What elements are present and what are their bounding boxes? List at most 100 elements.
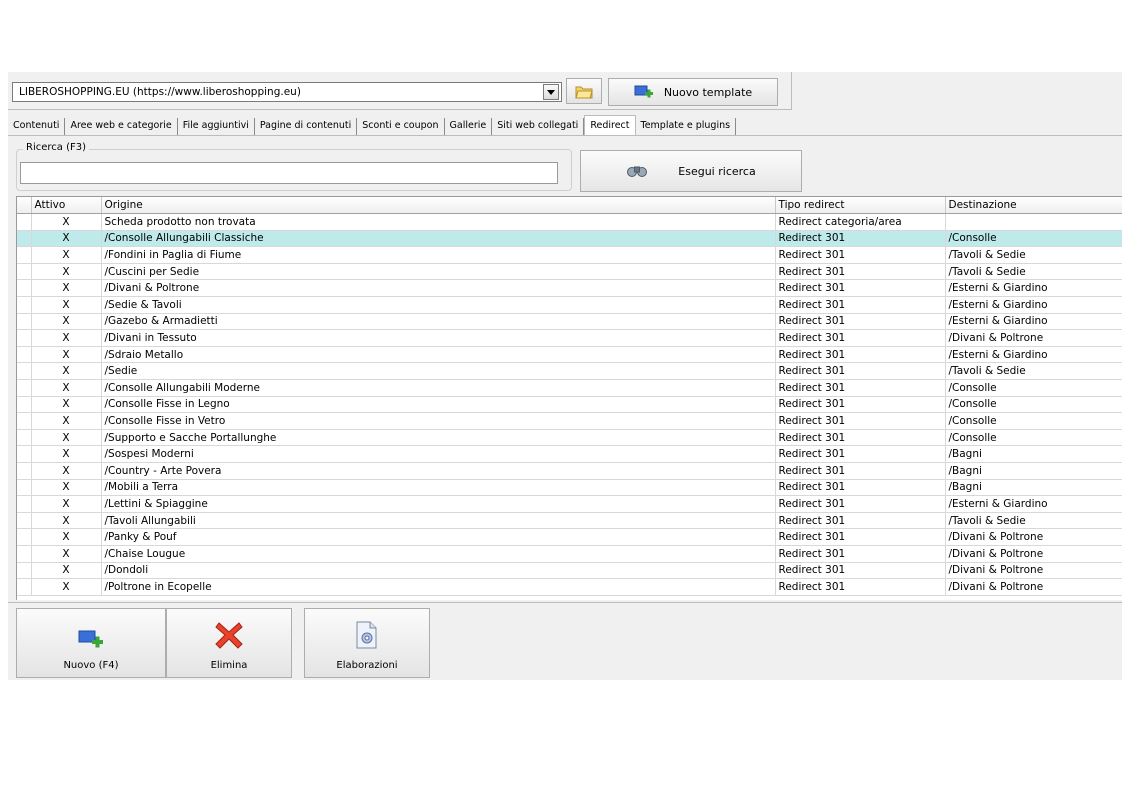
row-selector[interactable] <box>17 412 32 430</box>
dropdown-arrow-icon[interactable] <box>543 84 559 100</box>
cell-origine: /Sospesi Moderni <box>101 445 776 463</box>
cell-destinazione: /Esterni & Giardino <box>945 495 1122 513</box>
row-selector[interactable] <box>17 545 32 563</box>
table-row[interactable]: X/Divani & Poltrone Redirect 301/Esterni … <box>17 279 1122 298</box>
cell-attivo: X <box>31 528 102 546</box>
tab-siti-collegati[interactable]: Siti web collegati <box>492 118 585 135</box>
cell-attivo: X <box>31 296 102 314</box>
table-row[interactable]: X/Poltrone in Ecopelle Redirect 301/Divan… <box>17 578 1122 596</box>
row-selector[interactable] <box>17 362 32 381</box>
row-selector[interactable] <box>17 230 32 248</box>
cell-destinazione: /Esterni & Giardino <box>945 296 1122 314</box>
cell-destinazione: /Esterni & Giardino <box>945 279 1122 298</box>
cell-destinazione <box>945 213 1122 231</box>
tab-contenuti[interactable]: Contenuti <box>8 118 66 135</box>
tab-sconti-coupon[interactable]: Sconti e coupon <box>357 118 445 135</box>
row-selector[interactable] <box>17 462 32 480</box>
column-header-origine[interactable]: Origine <box>101 197 776 215</box>
cell-attivo: X <box>31 213 102 231</box>
table-row[interactable]: X/Consolle Fisse in Legno Redirect 301/Co… <box>17 396 1122 414</box>
row-selector[interactable] <box>17 246 32 264</box>
new-button[interactable]: Nuovo (F4) <box>16 608 166 678</box>
column-header-attivo[interactable]: Attivo <box>31 197 102 215</box>
delete-button[interactable]: Elimina <box>166 608 292 678</box>
row-selector[interactable] <box>17 296 32 314</box>
cell-attivo: X <box>31 279 102 298</box>
cell-tipo: Redirect 301 <box>775 578 946 596</box>
cell-origine: /Sedie & Tavoli <box>101 296 776 314</box>
cell-attivo: X <box>31 230 102 248</box>
row-selector[interactable] <box>17 429 32 447</box>
cell-attivo: X <box>31 545 102 563</box>
table-row[interactable]: X/Sdraio Metallo Redirect 301/Esterni & G… <box>17 346 1122 364</box>
cell-attivo: X <box>31 562 102 580</box>
row-selector[interactable] <box>17 396 32 414</box>
process-button[interactable]: Elaborazioni <box>304 608 430 678</box>
table-row[interactable]: X/Lettini & Spiaggine Redirect 301/Estern… <box>17 495 1122 513</box>
row-selector[interactable] <box>17 313 32 331</box>
row-selector[interactable] <box>17 512 32 530</box>
cell-attivo: X <box>31 346 102 364</box>
delete-x-icon <box>215 622 243 649</box>
tab-redirect[interactable]: Redirect <box>584 115 636 135</box>
table-row[interactable]: X/Sedie Redirect 301/Tavoli & Sedie <box>17 362 1122 381</box>
row-selector[interactable] <box>17 213 32 231</box>
tab-aree-web[interactable]: Aree web e categorie <box>65 118 178 135</box>
row-selector[interactable] <box>17 528 32 546</box>
row-selector[interactable] <box>17 379 32 397</box>
cell-attivo: X <box>31 512 102 530</box>
table-row[interactable]: X/Tavoli Allungabili Redirect 301/Tavoli … <box>17 512 1122 530</box>
tab-pagine-contenuti[interactable]: Pagine di contenuti <box>255 118 358 135</box>
cell-tipo: Redirect 301 <box>775 396 946 414</box>
search-button[interactable]: Esegui ricerca <box>580 150 802 192</box>
table-row[interactable]: X/Consolle Allungabili Moderne Redirect 3… <box>17 379 1122 397</box>
row-selector[interactable] <box>17 578 32 596</box>
tab-template-plugins[interactable]: Template e plugins <box>636 118 737 135</box>
row-selector[interactable] <box>17 495 32 513</box>
table-row[interactable]: X/Chaise Lougue Redirect 301/Divani & Pol… <box>17 545 1122 563</box>
column-header-tipo[interactable]: Tipo redirect <box>775 197 946 215</box>
row-selector[interactable] <box>17 346 32 364</box>
search-input[interactable] <box>20 162 558 184</box>
row-selector[interactable] <box>17 562 32 580</box>
table-row[interactable]: X/Gazebo & Armadietti Redirect 301/Estern… <box>17 313 1122 331</box>
cell-destinazione: /Divani & Poltrone <box>945 578 1122 596</box>
table-row[interactable]: X/Fondini in Paglia di Fiume Redirect 301… <box>17 246 1122 264</box>
bottom-separator <box>8 602 1122 606</box>
table-row[interactable]: X/Dondoli Redirect 301/Divani & Poltrone <box>17 562 1122 580</box>
cell-destinazione: /Divani & Poltrone <box>945 562 1122 580</box>
table-row[interactable]: X/Consolle Allungabili Classiche Redirect… <box>17 230 1122 248</box>
top-panel: LIBEROSHOPPING.EU (https://www.liberosho… <box>8 72 792 110</box>
cell-tipo: Redirect 301 <box>775 313 946 331</box>
site-select-value: LIBEROSHOPPING.EU (https://www.liberosho… <box>19 86 301 98</box>
column-header-destinazione[interactable]: Destinazione <box>945 197 1122 215</box>
table-row[interactable]: X Scheda prodotto non trovata Redirect cat… <box>17 213 1122 231</box>
table-row[interactable]: X/Cuscini per Sedie Redirect 301/Tavoli &… <box>17 263 1122 281</box>
tab-gallerie[interactable]: Gallerie <box>445 118 493 135</box>
app-window: LIBEROSHOPPING.EU (https://www.liberosho… <box>8 72 1122 680</box>
cell-tipo: Redirect 301 <box>775 495 946 513</box>
cell-origine: /Country - Arte Povera <box>101 462 776 480</box>
row-selector[interactable] <box>17 329 32 347</box>
row-selector[interactable] <box>17 445 32 463</box>
tab-file-aggiuntivi[interactable]: File aggiuntivi <box>178 118 255 135</box>
row-selector[interactable] <box>17 279 32 298</box>
cell-tipo: Redirect 301 <box>775 296 946 314</box>
table-row[interactable]: X/Sedie & Tavoli Redirect 301/Esterni & G… <box>17 296 1122 314</box>
cell-tipo: Redirect 301 <box>775 512 946 530</box>
cell-attivo: X <box>31 396 102 414</box>
new-template-button[interactable]: Nuovo template <box>608 78 778 106</box>
table-row[interactable]: X/Sospesi Moderni Redirect 301/Bagni <box>17 445 1122 463</box>
row-selector[interactable] <box>17 263 32 281</box>
table-row[interactable]: X/Mobili a Terra Redirect 301/Bagni <box>17 479 1122 497</box>
open-folder-button[interactable] <box>566 78 602 104</box>
cell-origine: /Dondoli <box>101 562 776 580</box>
site-select[interactable]: LIBEROSHOPPING.EU (https://www.liberosho… <box>12 82 562 102</box>
table-row[interactable]: X/Panky & Pouf Redirect 301/Divani & Polt… <box>17 528 1122 546</box>
table-row[interactable]: X/Consolle Fisse in Vetro Redirect 301/Co… <box>17 412 1122 430</box>
row-selector[interactable] <box>17 479 32 497</box>
table-row[interactable]: X/Country - Arte Povera Redirect 301/Bagn… <box>17 462 1122 480</box>
delete-button-label: Elimina <box>210 660 248 671</box>
table-row[interactable]: X/Supporto e Sacche Portallunghe Redirect… <box>17 429 1122 447</box>
table-row[interactable]: X/Divani in Tessuto Redirect 301/Divani &… <box>17 329 1122 347</box>
